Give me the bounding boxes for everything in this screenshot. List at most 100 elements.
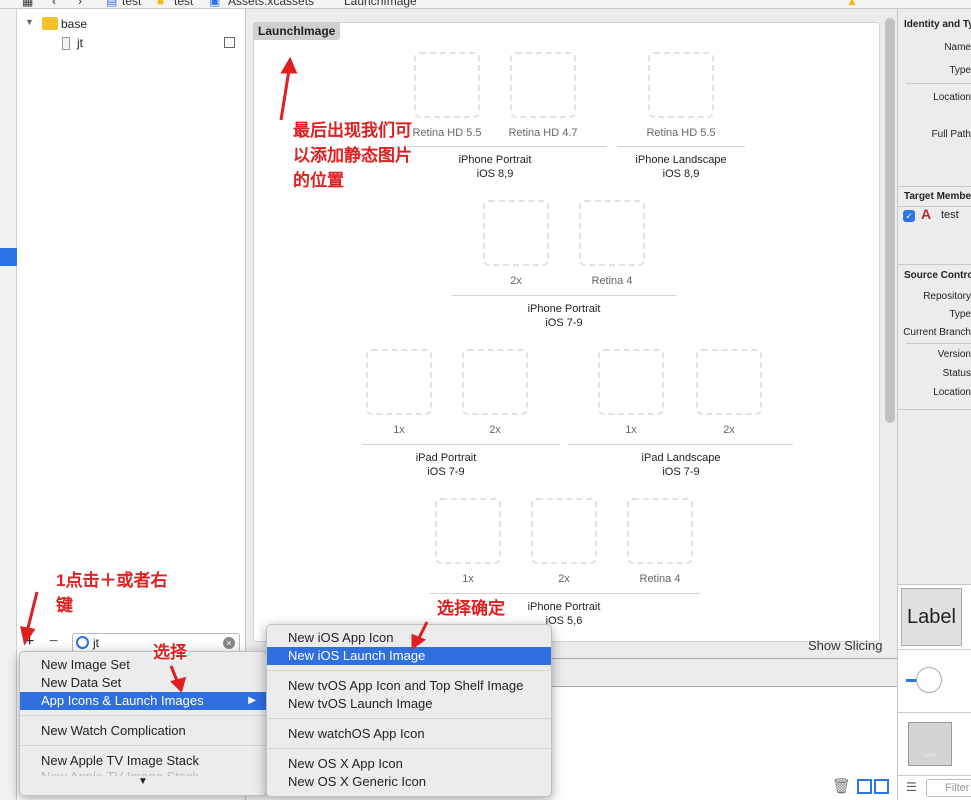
group-os: iOS 7-9: [464, 316, 664, 330]
target-membership-header: Target Membership: [904, 191, 971, 202]
location-label: Location: [933, 92, 971, 103]
image-slot[interactable]: [579, 200, 645, 266]
image-slot[interactable]: [414, 52, 480, 118]
app-target-icon: A: [921, 206, 931, 222]
submenu-item-ios-app-icon[interactable]: New iOS App Icon: [267, 629, 551, 647]
image-slot[interactable]: [648, 52, 714, 118]
group-label: iPhone PortraitiOS 8,9: [395, 153, 595, 181]
image-slot[interactable]: [435, 498, 501, 564]
breadcrumb-item[interactable]: Assets.xcassets: [228, 0, 314, 8]
folder-label[interactable]: base: [61, 17, 87, 31]
image-slot[interactable]: [462, 349, 528, 415]
badge-icon: [224, 37, 235, 48]
type-label: Type: [949, 65, 971, 76]
group-divider: [430, 593, 700, 594]
menu-item-app-icons-launch-images[interactable]: App Icons & Launch Images ▶: [20, 692, 266, 710]
image-slot[interactable]: [598, 349, 664, 415]
clear-icon[interactable]: ×: [223, 637, 235, 649]
source-control-header: Source Control: [904, 270, 971, 281]
menu-item-new-image-set[interactable]: New Image Set: [20, 656, 266, 674]
forward-button[interactable]: ›: [78, 0, 82, 8]
submenu-item-ios-launch-image[interactable]: New iOS Launch Image: [267, 647, 551, 665]
group-divider: [362, 444, 560, 445]
image-slot[interactable]: [627, 498, 693, 564]
project-icon: ▤: [106, 0, 117, 8]
group-label: iPhone PortraitiOS 7-9: [464, 302, 664, 330]
submenu-item-tvos-launch-image[interactable]: New tvOS Launch Image: [267, 695, 551, 713]
group-os: iOS 8,9: [395, 167, 595, 181]
menu-item-partial[interactable]: New Apple TV Image Stack: [20, 768, 266, 776]
trash-icon[interactable]: 🗑: [832, 777, 851, 795]
target-name: test: [941, 209, 959, 221]
library-item-page-control[interactable]: ○○○: [908, 722, 952, 766]
imageset-icon: [62, 37, 70, 50]
annotation-confirm: 选择确定: [437, 596, 505, 621]
left-panel-toggle-icon[interactable]: [857, 779, 872, 794]
submenu-item-watchos-app-icon[interactable]: New watchOS App Icon: [267, 725, 551, 743]
group-title: iPad Landscape: [581, 451, 781, 465]
submenu-item-tvos-app-icon[interactable]: New tvOS App Icon and Top Shelf Image: [267, 677, 551, 695]
sc-type-label: Type: [949, 309, 971, 320]
submenu-item-osx-generic-icon[interactable]: New OS X Generic Icon: [267, 773, 551, 791]
object-library: Label ○○○ ☰ Filter: [897, 584, 971, 800]
slot-label: Retina HD 4.7: [483, 127, 603, 139]
image-slot[interactable]: [366, 349, 432, 415]
folder-icon: [42, 17, 58, 30]
disclosure-triangle-icon[interactable]: ▼: [25, 17, 34, 27]
library-item-slider[interactable]: [916, 667, 942, 693]
group-os: iOS 7-9: [346, 465, 546, 479]
assets-icon: ▣: [209, 0, 220, 8]
asset-item-jt[interactable]: jt: [77, 36, 83, 50]
right-panel-toggle-icon[interactable]: [874, 779, 889, 794]
group-title: iPhone Portrait: [395, 153, 595, 167]
folder-icon: ■: [157, 0, 164, 8]
slot-label: Retina 4: [600, 573, 720, 585]
left-sidebar-strip: [0, 9, 17, 800]
menu-item-new-watch-complication[interactable]: New Watch Complication: [20, 722, 266, 740]
slot-label: Retina HD 5.5: [621, 127, 741, 139]
add-menu: New Image Set New Data Set App Icons & L…: [19, 651, 267, 796]
menu-item-new-data-set[interactable]: New Data Set: [20, 674, 266, 692]
remove-button[interactable]: −: [49, 633, 58, 651]
list-view-icon[interactable]: ☰: [906, 780, 917, 794]
slot-label: 2x: [669, 424, 789, 436]
group-label: iPhone LandscapeiOS 8,9: [581, 153, 781, 181]
vertical-scrollbar[interactable]: [885, 18, 895, 423]
warning-icon[interactable]: ▲: [846, 0, 858, 8]
group-title: iPad Portrait: [346, 451, 546, 465]
group-os: iOS 8,9: [581, 167, 781, 181]
group-divider: [452, 295, 676, 296]
image-slot[interactable]: [483, 200, 549, 266]
sc-location-label: Location: [933, 387, 971, 398]
scroll-down-arrow-icon[interactable]: ▼: [138, 776, 148, 787]
version-label: Version: [938, 349, 971, 360]
file-inspector: Identity and Type Name Type Location Ful…: [897, 9, 971, 584]
library-filter-input[interactable]: Filter: [926, 779, 971, 797]
repository-label: Repository: [923, 291, 971, 302]
grid-icon[interactable]: ▦: [22, 0, 33, 8]
image-slot[interactable]: [696, 349, 762, 415]
target-checkbox[interactable]: ✓: [903, 210, 915, 222]
show-slicing-button[interactable]: Show Slicing: [808, 638, 882, 653]
image-slot[interactable]: [510, 52, 576, 118]
submenu-arrow-icon: ▶: [248, 692, 256, 710]
add-button[interactable]: +: [25, 633, 34, 651]
group-os: iOS 7-9: [581, 465, 781, 479]
annotation-result: 最后出现我们可 以添加静态图片 的位置: [293, 118, 412, 193]
breadcrumb-item[interactable]: test: [122, 0, 141, 8]
back-button[interactable]: ‹: [52, 0, 56, 8]
filter-value: jt: [93, 636, 99, 650]
set-name-label[interactable]: LaunchImage: [253, 22, 340, 40]
group-divider: [568, 444, 793, 445]
submenu-item-osx-app-icon[interactable]: New OS X App Icon: [267, 755, 551, 773]
toolbar: ▦ ‹ › ▤ test ■ test ▣ Assets.xcassets La…: [0, 0, 971, 9]
breadcrumb-item[interactable]: test: [174, 0, 193, 8]
sidebar-selection[interactable]: [0, 248, 17, 266]
group-divider: [406, 146, 607, 147]
image-slot[interactable]: [531, 498, 597, 564]
library-item-label[interactable]: Label: [901, 588, 962, 646]
breadcrumb-item[interactable]: LaunchImage: [344, 0, 417, 8]
menu-item-label: App Icons & Launch Images: [41, 693, 204, 708]
full-path-label: Full Path: [932, 129, 971, 140]
group-title: iPhone Portrait: [464, 302, 664, 316]
